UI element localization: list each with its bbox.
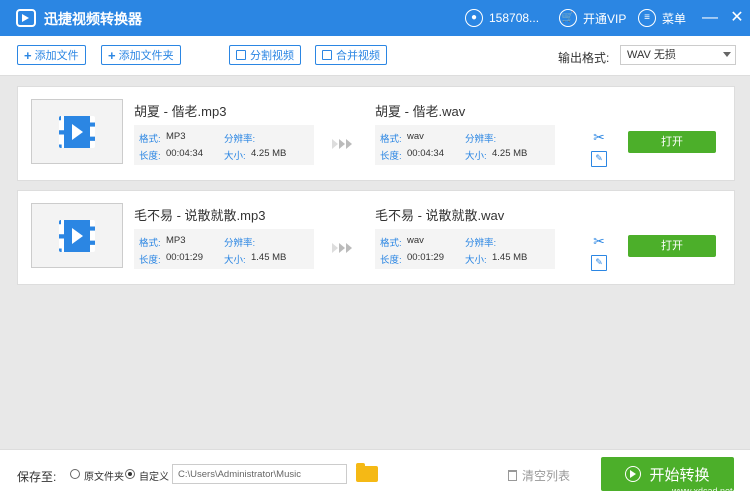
start-convert-label: 开始转换 [649, 466, 710, 484]
menu-button[interactable]: ≡ 菜单 [638, 8, 686, 28]
video-thumbnail [31, 203, 123, 268]
source-info: 格式: MP3 分辨率: 长度: 00:04:34 大小: 4.25 MB [134, 125, 314, 165]
layers-icon: ≡ [638, 9, 656, 27]
duration-label: 长度: [380, 255, 402, 266]
app-logo-icon [16, 9, 36, 27]
format-label: 格式: [380, 238, 402, 249]
user-account-button[interactable]: ● 158708... [465, 8, 539, 28]
file-item: 毛不易 - 说散就散.mp3 格式: MP3 分辨率: 长度: 00:01:29… [17, 190, 735, 285]
original-folder-label: 原文件夹 [84, 472, 124, 483]
resolution-label: 分辨率: [224, 134, 256, 145]
format-value: MP3 [166, 131, 186, 142]
open-button[interactable]: 打开 [628, 235, 716, 257]
watermark: www.xdcad.net [672, 486, 733, 496]
output-format-value: WAV 无损 [627, 49, 676, 61]
size-value: 4.25 MB [492, 148, 528, 159]
source-info: 格式: MP3 分辨率: 长度: 00:01:29 大小: 1.45 MB [134, 229, 314, 269]
resolution-label: 分辨率: [465, 238, 497, 249]
resolution-label: 分辨率: [224, 238, 256, 249]
merge-video-button[interactable]: 合并视频 [315, 45, 387, 65]
size-label: 大小: [465, 255, 487, 266]
user-id: 158708... [489, 11, 540, 25]
format-label: 格式: [139, 134, 161, 145]
duration-value: 00:04:34 [166, 148, 203, 159]
duration-label: 长度: [139, 255, 161, 266]
split-video-button[interactable]: 分割视频 [229, 45, 301, 65]
file-item: 胡夏 - 偕老.mp3 格式: MP3 分辨率: 长度: 00:04:34 大小… [17, 86, 735, 181]
merge-icon [322, 50, 332, 60]
film-icon [59, 219, 95, 252]
add-folder-button[interactable]: + 添加文件夹 [101, 45, 181, 65]
trash-icon [508, 470, 517, 481]
duration-value: 00:04:34 [407, 148, 444, 159]
play-icon [625, 466, 642, 482]
target-file-name: 毛不易 - 说散就散.wav [375, 208, 505, 223]
output-format-label: 输出格式: [558, 51, 610, 65]
plus-icon: + [108, 47, 116, 63]
format-value: wav [407, 235, 424, 246]
toolbar: + 添加文件 + 添加文件夹 分割视频 合并视频 输出格式: WAV 无损 [0, 36, 750, 76]
scissors-icon[interactable]: ✂ [591, 233, 607, 249]
format-value: MP3 [166, 235, 186, 246]
target-info: 格式: wav 分辨率: 长度: 00:01:29 大小: 1.45 MB [375, 229, 555, 269]
duration-label: 长度: [380, 151, 402, 162]
title-bar: 迅捷视频转换器 ● 158708... 🛒 开通VIP ≡ 菜单 — ✕ [0, 0, 750, 36]
source-file-name: 胡夏 - 偕老.mp3 [134, 104, 227, 119]
split-video-label: 分割视频 [250, 50, 294, 62]
add-file-button[interactable]: + 添加文件 [17, 45, 86, 65]
folder-icon[interactable] [356, 463, 378, 482]
clear-list-label: 清空列表 [522, 469, 571, 483]
add-folder-label: 添加文件夹 [118, 50, 174, 62]
add-file-label: 添加文件 [34, 50, 79, 62]
size-label: 大小: [465, 151, 487, 162]
minimize-button[interactable]: — [700, 8, 720, 28]
convert-arrow-icon [332, 243, 353, 253]
scissors-icon[interactable]: ✂ [591, 129, 607, 145]
source-file-name: 毛不易 - 说散就散.mp3 [134, 208, 266, 223]
merge-video-label: 合并视频 [336, 50, 380, 62]
convert-arrow-icon [332, 139, 353, 149]
edit-icon[interactable]: ✎ [591, 255, 607, 271]
size-value: 1.45 MB [492, 252, 528, 263]
target-file-name: 胡夏 - 偕老.wav [375, 104, 466, 119]
bottom-bar: 保存至: 原文件夹 自定义 清空列表 开始转换 [0, 449, 750, 497]
size-label: 大小: [224, 255, 246, 266]
vip-button[interactable]: 🛒 开通VIP [559, 8, 626, 28]
duration-value: 00:01:29 [407, 252, 444, 263]
chevron-down-icon [723, 52, 731, 57]
close-button[interactable]: ✕ [727, 8, 747, 28]
vip-label: 开通VIP [583, 11, 627, 26]
output-path-input[interactable] [172, 464, 347, 484]
size-value: 4.25 MB [251, 148, 287, 159]
radio-custom-folder[interactable] [125, 469, 135, 479]
open-button[interactable]: 打开 [628, 131, 716, 153]
plus-icon: + [24, 47, 32, 63]
cart-icon: 🛒 [559, 9, 577, 27]
size-value: 1.45 MB [251, 252, 287, 263]
clear-list-button[interactable]: 清空列表 [508, 467, 570, 484]
output-format-select[interactable]: WAV 无损 [620, 45, 736, 65]
size-label: 大小: [224, 151, 246, 162]
custom-folder-label: 自定义 [139, 472, 169, 483]
split-icon [236, 50, 246, 60]
format-label: 格式: [380, 134, 402, 145]
app-title: 迅捷视频转换器 [44, 11, 142, 27]
menu-label: 菜单 [662, 11, 687, 26]
edit-icon[interactable]: ✎ [591, 151, 607, 167]
resolution-label: 分辨率: [465, 134, 497, 145]
film-icon [59, 115, 95, 148]
duration-label: 长度: [139, 151, 161, 162]
save-to-label: 保存至: [17, 470, 57, 484]
format-value: wav [407, 131, 424, 142]
duration-value: 00:01:29 [166, 252, 203, 263]
target-info: 格式: wav 分辨率: 长度: 00:04:34 大小: 4.25 MB [375, 125, 555, 165]
format-label: 格式: [139, 238, 161, 249]
video-thumbnail [31, 99, 123, 164]
radio-original-folder[interactable] [70, 469, 80, 479]
user-icon: ● [465, 9, 483, 27]
